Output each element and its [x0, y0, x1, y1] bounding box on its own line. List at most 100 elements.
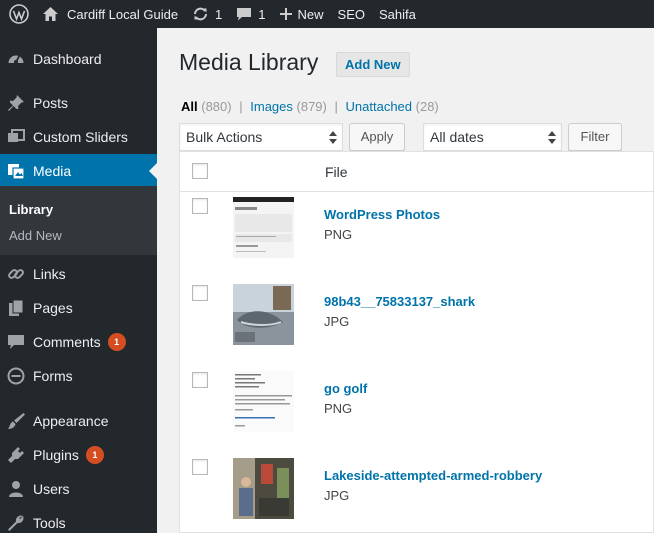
menu-posts[interactable]: Posts	[0, 86, 157, 120]
plugin-icon	[6, 445, 26, 465]
plus-icon	[279, 8, 292, 20]
menu-label: Users	[33, 481, 70, 497]
paintbrush-icon	[6, 411, 26, 431]
submenu-add-new[interactable]: Add New	[9, 228, 62, 243]
media-table: File WordPress Photos PNG 98b43__7583313…	[179, 151, 654, 533]
theme-label: Sahifa	[379, 6, 416, 22]
media-title-link[interactable]: go golf	[324, 381, 367, 396]
filter-images-count: (879)	[296, 99, 327, 114]
bulk-actions-value: Bulk Actions	[186, 129, 263, 145]
media-file-type: PNG	[324, 401, 353, 416]
add-new-button[interactable]: Add New	[336, 52, 410, 77]
link-icon	[6, 264, 26, 284]
menu-label: Media	[33, 163, 72, 179]
thumbnail-image[interactable]	[233, 284, 294, 345]
table-row: Lakeside-attempted-armed-robbery JPG	[180, 454, 654, 533]
select-all-checkbox[interactable]	[192, 163, 208, 179]
select-arrows-icon	[548, 131, 556, 144]
main-content: Media Library Add New All (880) | Images…	[157, 28, 654, 533]
media-icon	[6, 161, 26, 181]
updates-count: 1	[215, 6, 223, 22]
menu-label: Appearance	[33, 413, 109, 429]
menu-plugins[interactable]: Plugins 1	[0, 438, 157, 472]
comments-badge: 1	[107, 333, 126, 351]
filter-unattached-count: (28)	[415, 99, 439, 114]
filter-all-count: (880)	[201, 99, 232, 114]
media-file-type: PNG	[324, 227, 353, 242]
filter-all[interactable]: All	[181, 99, 198, 114]
filter-images[interactable]: Images	[250, 99, 293, 114]
table-header: File	[180, 152, 654, 192]
media-submenu: Library Add New	[0, 186, 157, 255]
menu-users[interactable]: Users	[0, 472, 157, 506]
menu-label: Dashboard	[33, 51, 102, 67]
row-checkbox[interactable]	[192, 372, 208, 388]
menu-label: Pages	[33, 300, 73, 316]
filter-button[interactable]: Filter	[568, 123, 622, 151]
home-icon	[42, 6, 59, 22]
bulk-actions-select[interactable]: Bulk Actions	[179, 123, 343, 151]
comment-bubble-icon	[236, 6, 252, 22]
seo-label: SEO	[337, 6, 365, 22]
menu-appearance[interactable]: Appearance	[0, 404, 157, 438]
wrench-icon	[6, 513, 26, 533]
users-icon	[6, 479, 26, 499]
submenu-library[interactable]: Library	[9, 202, 53, 217]
menu-label: Links	[33, 266, 66, 282]
forms-icon	[6, 366, 26, 386]
admin-bar: Cardiff Local Guide 1 1 New SEO Sahifa	[0, 0, 654, 28]
thumbnail-image[interactable]	[233, 197, 294, 258]
media-file-type: JPG	[324, 488, 350, 503]
menu-tools[interactable]: Tools	[0, 506, 157, 533]
media-title-link[interactable]: WordPress Photos	[324, 207, 440, 222]
plugins-badge: 1	[85, 446, 104, 464]
thumbnail-image[interactable]	[233, 458, 294, 519]
table-row: WordPress Photos PNG	[180, 193, 654, 280]
table-row: 98b43__75833137_shark JPG	[180, 280, 654, 367]
wordpress-logo-icon[interactable]	[2, 0, 36, 28]
pages-icon	[6, 298, 26, 318]
row-checkbox[interactable]	[192, 285, 208, 301]
filter-unattached[interactable]: Unattached	[346, 99, 413, 114]
thumbnail-image[interactable]	[233, 371, 294, 432]
menu-pages[interactable]: Pages	[0, 291, 157, 325]
pushpin-icon	[6, 93, 26, 113]
menu-label: Tools	[33, 515, 66, 531]
row-checkbox[interactable]	[192, 459, 208, 475]
media-title-link[interactable]: Lakeside-attempted-armed-robbery	[324, 468, 542, 483]
comment-icon	[6, 332, 26, 352]
menu-custom-sliders[interactable]: Custom Sliders	[0, 120, 157, 154]
comments-count: 1	[258, 6, 266, 22]
row-checkbox[interactable]	[192, 198, 208, 214]
menu-links[interactable]: Links	[0, 257, 157, 291]
comments-link[interactable]: 1	[229, 0, 272, 28]
theme-menu[interactable]: Sahifa	[372, 0, 423, 28]
new-label: New	[297, 6, 324, 22]
media-title-link[interactable]: 98b43__75833137_shark	[324, 294, 475, 309]
filter-separator: |	[239, 99, 243, 114]
slides-icon	[6, 127, 26, 147]
admin-sidebar: Dashboard Posts Custom Sliders Media Lib…	[0, 28, 157, 533]
media-filter-links: All (880) | Images (879) | Unattached (2…	[181, 99, 439, 114]
apply-button[interactable]: Apply	[349, 123, 405, 151]
menu-label: Posts	[33, 95, 69, 111]
media-file-type: JPG	[324, 314, 350, 329]
seo-menu[interactable]: SEO	[331, 0, 372, 28]
site-name-link[interactable]: Cardiff Local Guide	[36, 0, 185, 28]
new-content-link[interactable]: New	[273, 0, 331, 28]
select-arrows-icon	[329, 131, 337, 144]
updates-link[interactable]: 1	[185, 0, 229, 28]
menu-forms[interactable]: Forms	[0, 359, 157, 393]
menu-comments[interactable]: Comments 1	[0, 325, 157, 359]
menu-label: Plugins	[33, 447, 79, 463]
table-row: go golf PNG	[180, 367, 654, 454]
menu-label: Custom Sliders	[33, 129, 128, 145]
date-filter-select[interactable]: All dates	[423, 123, 562, 151]
dashboard-icon	[6, 49, 26, 69]
updates-icon	[192, 6, 209, 22]
menu-label: Comments	[33, 334, 101, 350]
date-filter-value: All dates	[430, 129, 484, 145]
column-file[interactable]: File	[325, 164, 348, 180]
menu-media[interactable]: Media	[0, 154, 157, 188]
menu-dashboard[interactable]: Dashboard	[0, 42, 157, 76]
